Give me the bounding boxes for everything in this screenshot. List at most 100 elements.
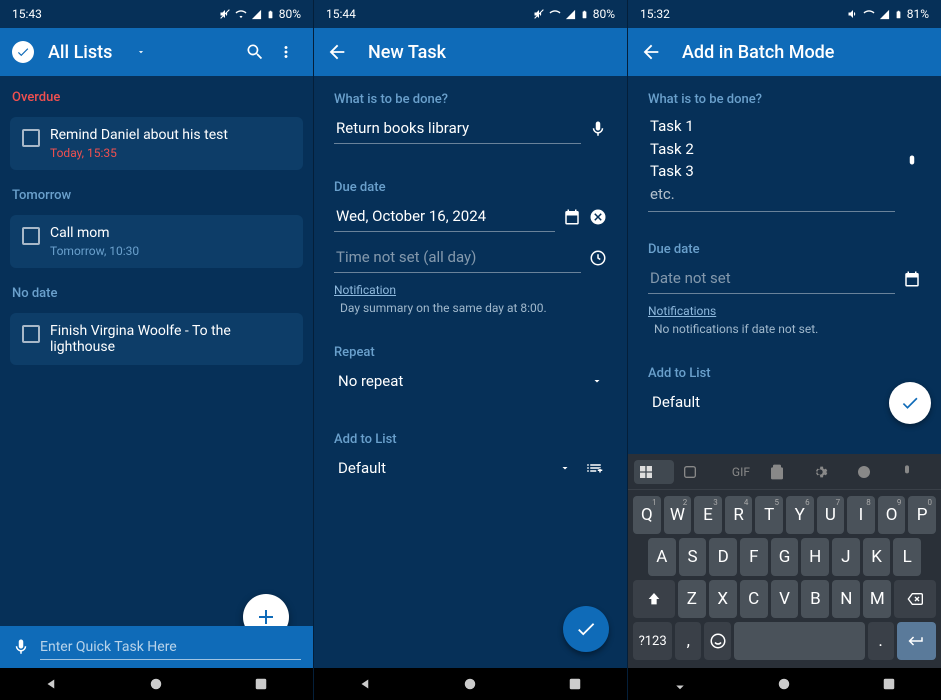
key-emoji[interactable] — [704, 622, 730, 660]
key-r[interactable]: R4 — [725, 496, 753, 534]
key-b[interactable]: B — [801, 580, 829, 618]
task-title: Call mom — [50, 225, 291, 241]
nav-bar — [314, 668, 627, 700]
nav-recent[interactable] — [880, 675, 898, 693]
nav-back[interactable] — [357, 675, 375, 693]
what-label: What is to be done? — [648, 92, 921, 107]
mic-icon[interactable] — [12, 638, 30, 656]
due-date-input[interactable] — [334, 201, 555, 232]
dropdown-icon[interactable] — [136, 47, 146, 57]
task-checkbox[interactable] — [22, 227, 40, 245]
due-label: Due date — [334, 180, 607, 195]
key-shift[interactable] — [633, 580, 675, 618]
mic-icon[interactable] — [589, 120, 607, 138]
status-time: 15:44 — [326, 7, 356, 21]
key-o[interactable]: O9 — [878, 496, 906, 534]
key-s[interactable]: S — [679, 538, 707, 576]
key-p[interactable]: P0 — [908, 496, 936, 534]
nav-recent[interactable] — [252, 675, 270, 693]
mic-icon[interactable] — [903, 154, 921, 172]
key-x[interactable]: X — [709, 580, 737, 618]
search-button[interactable] — [239, 36, 271, 68]
nav-back[interactable] — [43, 675, 61, 693]
nav-hide-kbd[interactable] — [671, 675, 689, 693]
notification-link[interactable]: Notifications — [648, 304, 716, 318]
kbd-tool-palette[interactable] — [852, 460, 892, 484]
key-d[interactable]: D — [709, 538, 737, 576]
key-backspace[interactable] — [894, 580, 936, 618]
add-list-icon[interactable] — [585, 459, 603, 477]
quick-task-input[interactable] — [40, 635, 301, 660]
batch-input[interactable]: Task 1 Task 2 Task 3 etc. — [648, 113, 895, 207]
key-m[interactable]: M — [863, 580, 891, 618]
kbd-tool-sticker[interactable] — [678, 460, 718, 484]
notification-sub: Day summary on the same day at 8:00. — [334, 301, 607, 315]
task-row[interactable]: Call mom Tomorrow, 10:30 — [10, 215, 303, 268]
key-enter[interactable] — [897, 622, 936, 660]
key-symbols[interactable]: ?123 — [633, 622, 672, 660]
list-select[interactable]: Default — [334, 453, 607, 483]
notification-link[interactable]: Notification — [334, 283, 396, 297]
key-n[interactable]: N — [832, 580, 860, 618]
task-row[interactable]: Finish Virgina Woolfe - To the lighthous… — [10, 313, 303, 365]
due-date-input[interactable] — [648, 263, 895, 294]
clear-date-icon[interactable] — [589, 208, 607, 226]
key-comma[interactable]: , — [675, 622, 701, 660]
task-checkbox[interactable] — [22, 129, 40, 147]
what-input[interactable] — [334, 113, 581, 144]
repeat-select[interactable]: No repeat — [334, 366, 607, 396]
new-task-screen: 15:44 80% New Task What is to be done? D… — [314, 0, 628, 700]
key-q[interactable]: Q1 — [633, 496, 661, 534]
key-t[interactable]: T5 — [755, 496, 783, 534]
key-z[interactable]: Z — [678, 580, 706, 618]
nav-home[interactable] — [147, 675, 165, 693]
wifi-icon — [863, 8, 875, 20]
task-checkbox[interactable] — [22, 325, 40, 343]
key-k[interactable]: K — [863, 538, 891, 576]
kbd-tool-settings[interactable] — [808, 460, 848, 484]
section-nodate: No date — [0, 272, 313, 309]
kbd-tool-clipboard[interactable] — [765, 460, 805, 484]
nav-bar — [628, 668, 941, 700]
key-f[interactable]: F — [740, 538, 768, 576]
key-g[interactable]: G — [771, 538, 799, 576]
repeat-label: Repeat — [334, 345, 607, 360]
kbd-tool-grid[interactable] — [634, 460, 674, 484]
back-button[interactable] — [640, 41, 662, 63]
task-row[interactable]: Remind Daniel about his test Today, 15:3… — [10, 117, 303, 170]
calendar-icon[interactable] — [903, 270, 921, 288]
repeat-value: No repeat — [338, 372, 403, 390]
list-select[interactable]: Default — [648, 387, 921, 417]
key-w[interactable]: W2 — [664, 496, 692, 534]
nav-home[interactable] — [461, 675, 479, 693]
clock-icon[interactable] — [589, 249, 607, 267]
key-e[interactable]: E3 — [694, 496, 722, 534]
signal-icon — [565, 9, 576, 20]
confirm-fab[interactable] — [889, 382, 931, 424]
key-u[interactable]: U7 — [817, 496, 845, 534]
nav-recent[interactable] — [566, 675, 584, 693]
key-c[interactable]: C — [740, 580, 768, 618]
kbd-tool-gif[interactable]: GIF — [721, 461, 761, 483]
calendar-icon[interactable] — [563, 208, 581, 226]
key-j[interactable]: J — [832, 538, 860, 576]
key-period[interactable]: . — [868, 622, 894, 660]
status-time: 15:43 — [12, 7, 42, 21]
back-button[interactable] — [326, 41, 348, 63]
key-y[interactable]: Y6 — [786, 496, 814, 534]
key-h[interactable]: H — [801, 538, 829, 576]
kbd-tool-mic[interactable] — [895, 460, 935, 484]
mute-icon — [533, 8, 545, 20]
overflow-menu-button[interactable] — [271, 37, 301, 67]
key-i[interactable]: I8 — [847, 496, 875, 534]
key-space[interactable] — [734, 622, 865, 660]
key-l[interactable]: L — [893, 538, 921, 576]
app-title[interactable]: All Lists — [48, 42, 112, 63]
due-time-input[interactable] — [334, 242, 581, 273]
key-v[interactable]: V — [771, 580, 799, 618]
confirm-fab[interactable] — [563, 606, 609, 652]
chevron-down-icon — [591, 375, 603, 387]
nav-home[interactable] — [775, 675, 793, 693]
key-a[interactable]: A — [648, 538, 676, 576]
status-battery: 80% — [279, 7, 301, 21]
